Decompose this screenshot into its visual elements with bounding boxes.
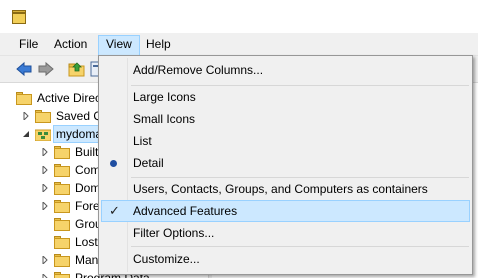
expand-arrow-icon[interactable]	[41, 166, 49, 174]
expand-arrow-icon[interactable]	[41, 274, 49, 278]
menu-item-label: Detail	[133, 156, 164, 170]
menu-item-filter-options[interactable]: Filter Options...	[101, 222, 470, 244]
menu-action[interactable]: Action	[47, 35, 94, 56]
folder-icon	[54, 218, 70, 231]
expand-arrow-icon[interactable]	[41, 148, 49, 156]
folder-icon	[54, 272, 70, 278]
ad-folder-icon	[16, 92, 32, 105]
folder-icon	[54, 146, 70, 159]
domain-icon	[35, 129, 51, 141]
menu-item-label: Advanced Features	[133, 204, 238, 218]
folder-icon	[54, 254, 70, 267]
menu-item-users-as-containers[interactable]: Users, Contacts, Groups, and Computers a…	[101, 178, 470, 200]
menu-separator	[131, 246, 469, 247]
menu-item-customize[interactable]: Customize...	[101, 248, 470, 270]
folder-icon	[54, 236, 70, 249]
app-folder-icon	[12, 10, 26, 24]
expand-arrow-icon[interactable]	[41, 184, 49, 192]
menu-item-label: Small Icons	[133, 112, 196, 126]
expand-arrow-icon[interactable]	[41, 202, 49, 210]
menu-view[interactable]: View	[98, 35, 140, 56]
menu-item-add-remove-columns[interactable]: Add/Remove Columns...	[101, 59, 470, 81]
menu-help[interactable]: Help	[139, 35, 178, 56]
checkmark-icon: ✓	[109, 203, 120, 218]
menu-item-list[interactable]: List	[101, 130, 470, 152]
radio-selected-icon	[110, 160, 117, 167]
expand-arrow-icon[interactable]	[22, 112, 30, 120]
folder-icon	[54, 164, 70, 177]
menu-file[interactable]: File	[12, 35, 45, 56]
menu-item-label: Add/Remove Columns...	[133, 63, 264, 77]
menu-item-label: List	[133, 134, 152, 148]
menu-item-label: Customize...	[133, 252, 200, 266]
up-folder-icon[interactable]	[68, 60, 86, 78]
menu-item-label: Filter Options...	[133, 226, 215, 240]
menu-item-label: Users, Contacts, Groups, and Computers a…	[133, 182, 428, 196]
folder-icon	[54, 182, 70, 195]
folder-icon	[54, 200, 70, 213]
menu-item-label: Large Icons	[133, 90, 196, 104]
menu-item-advanced-features[interactable]: ✓ Advanced Features	[101, 200, 470, 222]
collapse-arrow-icon[interactable]	[22, 130, 30, 138]
expand-arrow-icon[interactable]	[41, 256, 49, 264]
view-menu-dropdown: Add/Remove Columns... Large Icons Small …	[98, 55, 473, 275]
forward-arrow-icon[interactable]	[37, 60, 55, 78]
menu-bar: File Action View Help	[0, 33, 478, 56]
folder-icon	[35, 110, 51, 123]
back-arrow-icon[interactable]	[15, 60, 33, 78]
menu-item-large-icons[interactable]: Large Icons	[101, 86, 470, 108]
menu-item-small-icons[interactable]: Small Icons	[101, 108, 470, 130]
menu-item-detail[interactable]: Detail	[101, 152, 470, 174]
title-bar	[0, 0, 478, 33]
